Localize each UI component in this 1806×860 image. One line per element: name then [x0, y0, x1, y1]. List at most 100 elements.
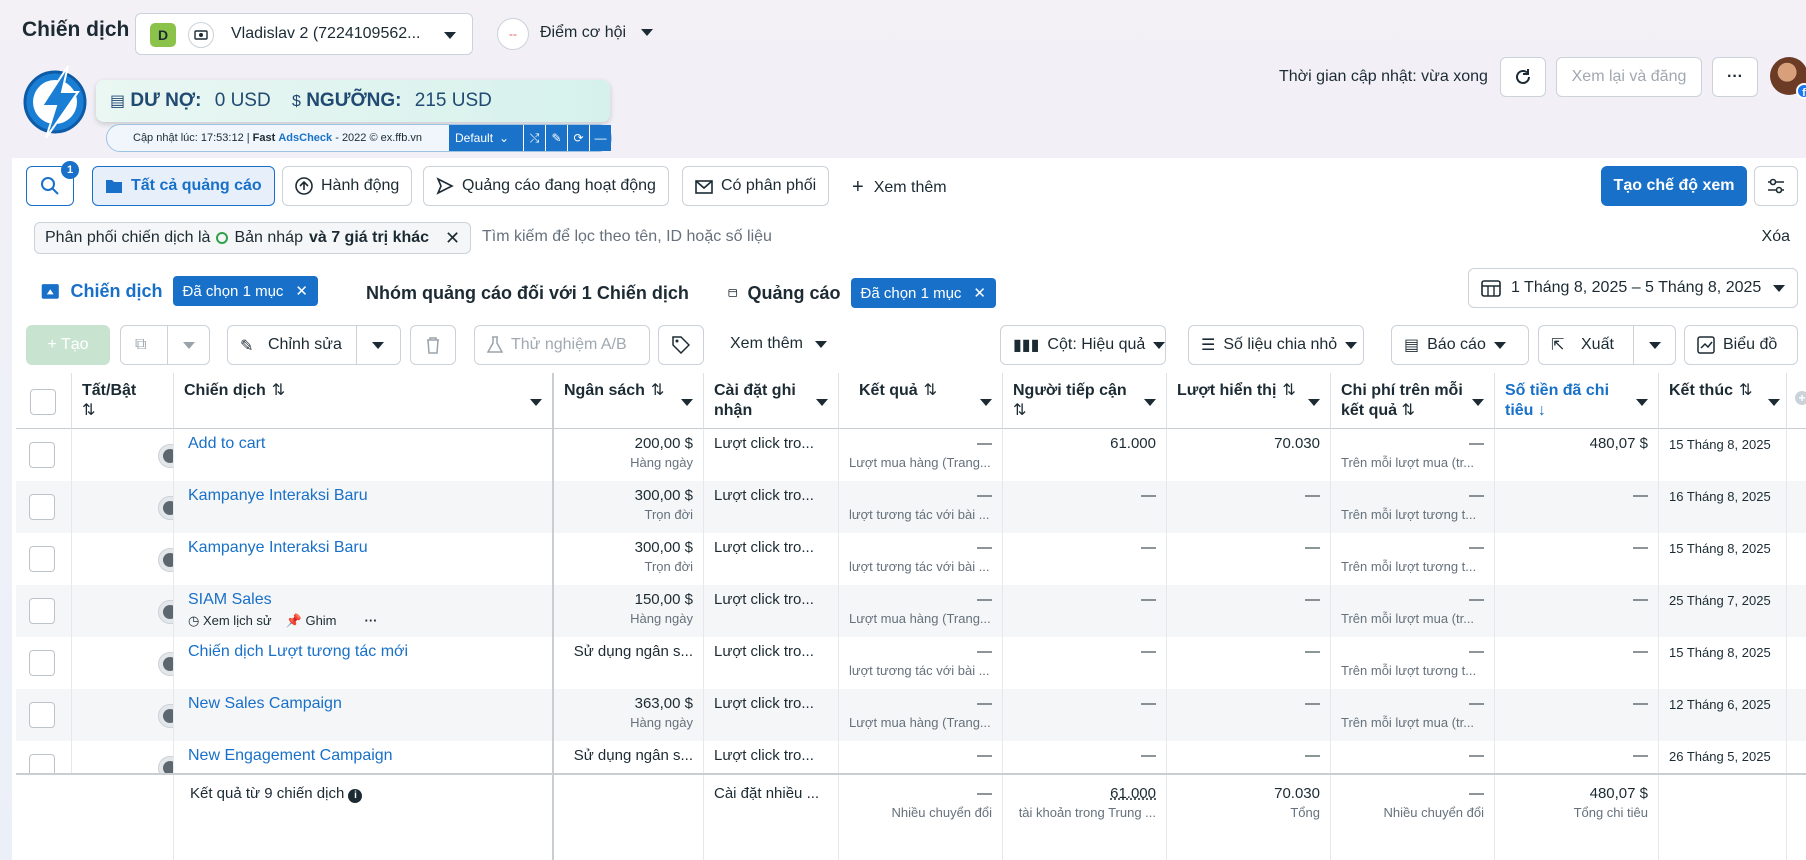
- edit-icon[interactable]: ✎: [545, 125, 567, 151]
- see-more-filters[interactable]: + Xem thêm: [852, 176, 947, 199]
- date-range-picker[interactable]: 1 Tháng 8, 2025 – 5 Tháng 8, 2025: [1468, 268, 1798, 308]
- sort-icon[interactable]: ⇅: [272, 381, 285, 401]
- info-icon[interactable]: i: [348, 789, 363, 803]
- breakdown-button[interactable]: ☰ Số liệu chia nhỏ: [1188, 325, 1364, 365]
- header-attribution[interactable]: Cài đặt ghi nhận: [704, 373, 839, 429]
- clear-filters-link[interactable]: Xóa: [1762, 228, 1790, 246]
- create-button[interactable]: + Tạo: [26, 325, 110, 365]
- campaign-toggle[interactable]: [158, 444, 173, 468]
- table-row[interactable]: Kampanye Interaksi Baru 300,00 $ Trọn đời L…: [16, 481, 1806, 533]
- header-reach[interactable]: Người tiếp cận ⇅: [1003, 373, 1167, 429]
- sort-icon[interactable]: ⇅: [1401, 402, 1414, 419]
- tab-campaigns[interactable]: Chiến dịch Đã chọn 1 mục ✕: [26, 268, 332, 314]
- campaign-name-link[interactable]: New Engagement Campaign: [188, 747, 393, 764]
- row-checkbox[interactable]: [29, 442, 55, 468]
- sort-icon[interactable]: ⇅: [1013, 401, 1026, 421]
- budget-value[interactable]: 150,00 $: [635, 591, 693, 608]
- review-publish-button[interactable]: Xem lại và đăng: [1556, 57, 1702, 97]
- chevron-down-icon[interactable]: [1649, 342, 1661, 349]
- budget-value[interactable]: 200,00 $: [635, 435, 693, 452]
- budget-value[interactable]: 300,00 $: [635, 539, 693, 556]
- close-icon[interactable]: ✕: [445, 228, 460, 249]
- see-more-actions[interactable]: Xem thêm: [730, 335, 827, 353]
- chevron-down-icon[interactable]: [1636, 399, 1648, 406]
- budget-value[interactable]: Sử dụng ngân s...: [574, 747, 693, 764]
- profile-select[interactable]: Default ⌄: [449, 125, 523, 151]
- header-budget[interactable]: Ngân sách ⇅: [554, 373, 704, 429]
- chevron-down-icon[interactable]: [1472, 399, 1484, 406]
- chevron-down-icon[interactable]: [1768, 399, 1780, 406]
- header-amount-spent[interactable]: Số tiền đã chi tiêu ↓: [1495, 373, 1659, 429]
- header-ends[interactable]: Kết thúc ⇅: [1659, 373, 1787, 429]
- table-row[interactable]: Chiến dịch Lượt tương tác mới Sử dụng ngâ…: [16, 637, 1806, 689]
- campaign-toggle[interactable]: [158, 704, 173, 728]
- chevron-down-icon[interactable]: [1144, 399, 1156, 406]
- header-results[interactable]: Kết quả ⇅: [839, 373, 1003, 429]
- row-checkbox[interactable]: [29, 598, 55, 624]
- campaign-name-link[interactable]: New Sales Campaign: [188, 695, 342, 712]
- filter-search-input[interactable]: Tìm kiếm để lọc theo tên, ID hoặc số liệ…: [482, 228, 772, 246]
- row-checkbox[interactable]: [29, 546, 55, 572]
- refresh-icon[interactable]: ⟳: [567, 125, 589, 151]
- tab-active-ads[interactable]: Quảng cáo đang hoạt động: [423, 166, 669, 206]
- tab-has-delivery[interactable]: Có phân phối: [682, 166, 830, 206]
- sort-icon[interactable]: ⇅: [1282, 381, 1295, 401]
- chevron-down-icon[interactable]: [980, 399, 992, 406]
- more-options-button[interactable]: ···: [1712, 57, 1758, 97]
- view-settings-button[interactable]: [1754, 166, 1798, 206]
- campaign-toggle[interactable]: [158, 548, 173, 572]
- shuffle-icon[interactable]: ⤭: [523, 125, 545, 151]
- chevron-down-icon[interactable]: [681, 399, 693, 406]
- chevron-down-icon[interactable]: [372, 342, 384, 349]
- chevron-down-icon[interactable]: [183, 342, 195, 349]
- campaign-toggle[interactable]: [158, 652, 173, 676]
- table-row[interactable]: Add to cart 200,00 $ Hàng ngày Lượt click t…: [16, 429, 1806, 481]
- delete-button[interactable]: [410, 325, 456, 365]
- budget-value[interactable]: 300,00 $: [635, 487, 693, 504]
- add-column-icon[interactable]: +: [1795, 391, 1806, 405]
- duplicate-icon[interactable]: ⧉: [135, 336, 146, 354]
- table-row[interactable]: Kampanye Interaksi Baru 300,00 $ Trọn đời L…: [16, 533, 1806, 585]
- header-toggle[interactable]: Tất/Bật ⇅: [72, 373, 174, 429]
- sort-icon[interactable]: ⇅: [1739, 381, 1752, 401]
- tab-actions[interactable]: Hành động: [282, 166, 413, 206]
- row-checkbox[interactable]: [29, 494, 55, 520]
- chevron-down-icon[interactable]: [530, 399, 542, 406]
- opportunity-score-label[interactable]: Điểm cơ hội: [540, 24, 653, 42]
- filter-chip[interactable]: Phân phối chiến dịch là Bản nháp và 7 gi…: [34, 222, 472, 254]
- account-selector[interactable]: D Vladislav 2 (7224109562...: [135, 13, 473, 55]
- sort-icon[interactable]: ⇅: [651, 381, 664, 401]
- tag-button[interactable]: [658, 325, 704, 365]
- campaign-name-link[interactable]: Add to cart: [188, 435, 265, 452]
- tab-ads[interactable]: Quảng cáo Đã chọn 1 mục ✕: [714, 272, 1010, 314]
- campaign-toggle[interactable]: [158, 600, 173, 624]
- tab-adsets[interactable]: Nhóm quảng cáo đối với 1 Chiến dịch: [342, 272, 694, 314]
- chevron-down-icon[interactable]: [1308, 399, 1320, 406]
- table-row[interactable]: New Sales Campaign 363,00 $ Hàng ngày Lượt …: [16, 689, 1806, 741]
- footer-reach-value[interactable]: 61.000: [1110, 785, 1156, 802]
- chevron-down-icon[interactable]: [816, 399, 828, 406]
- search-button[interactable]: 1: [26, 161, 79, 206]
- header-cost-per-result[interactable]: Chi phí trên mỗi kết quả ⇅: [1331, 373, 1495, 429]
- ab-test-button[interactable]: Thử nghiệm A/B: [474, 325, 650, 365]
- campaign-selected-chip[interactable]: Đã chọn 1 mục ✕: [172, 276, 318, 306]
- ads-selected-chip[interactable]: Đã chọn 1 mục ✕: [850, 278, 996, 308]
- row-more-button[interactable]: ···: [365, 613, 378, 629]
- select-all-checkbox[interactable]: [30, 389, 56, 415]
- create-view-button[interactable]: Tạo chế độ xem: [1601, 166, 1747, 206]
- columns-button[interactable]: ▮▮▮ Cột: Hiệu quả: [1000, 325, 1166, 365]
- row-checkbox[interactable]: [29, 650, 55, 676]
- duplicate-split-button[interactable]: ⧉: [120, 325, 210, 365]
- budget-value[interactable]: Sử dụng ngân s...: [574, 643, 693, 660]
- tab-all-ads[interactable]: Tất cả quảng cáo: [92, 166, 275, 206]
- campaign-toggle[interactable]: [158, 496, 173, 520]
- header-impressions[interactable]: Lượt hiển thị ⇅: [1167, 373, 1331, 429]
- header-campaign[interactable]: Chiến dịch ⇅: [174, 373, 554, 429]
- avatar[interactable]: f: [1770, 57, 1806, 99]
- budget-value[interactable]: 363,00 $: [635, 695, 693, 712]
- close-icon[interactable]: ✕: [973, 284, 986, 302]
- opportunity-score-circle[interactable]: --: [497, 18, 529, 50]
- campaign-name-link[interactable]: Kampanye Interaksi Baru: [188, 539, 368, 556]
- campaign-name-link[interactable]: Kampanye Interaksi Baru: [188, 487, 368, 504]
- sort-desc-icon[interactable]: ↓: [1538, 402, 1546, 419]
